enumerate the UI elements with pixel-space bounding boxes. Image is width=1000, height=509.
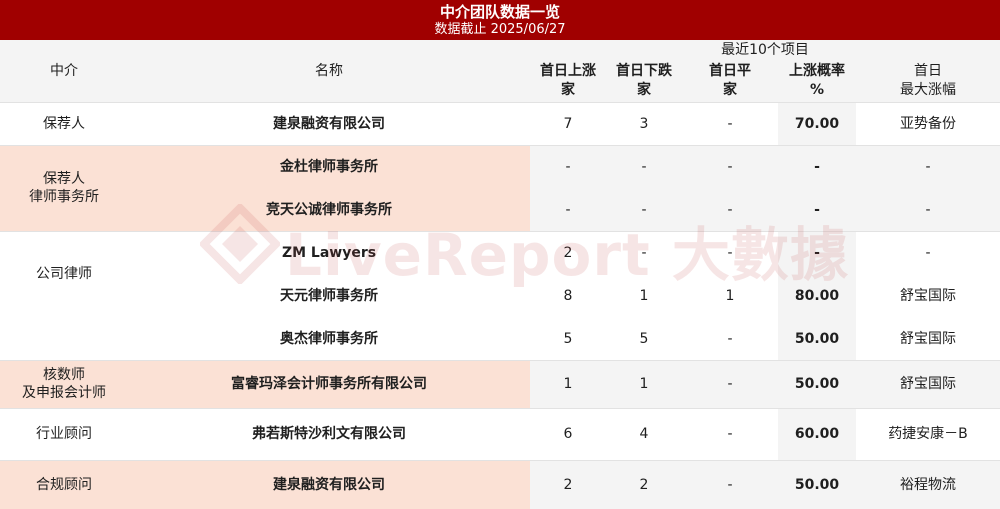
row-flat: -	[727, 201, 733, 218]
header-group-label: 最近10个项目	[721, 42, 809, 58]
row-flat: -	[727, 158, 733, 175]
row-max: -	[925, 244, 931, 261]
row-rate: -	[814, 201, 820, 218]
row-max: 舒宝国际	[900, 330, 956, 347]
row-down: -	[641, 244, 647, 261]
row-max: 舒宝国际	[900, 287, 956, 304]
row-flat: -	[727, 476, 733, 493]
group-label: 公司律师	[36, 266, 92, 282]
row-flat: -	[727, 244, 733, 261]
header-name-label: 名称	[315, 63, 343, 79]
row-down: -	[641, 201, 647, 218]
row-name: 天元律师事务所	[280, 287, 378, 304]
header-agent-label: 中介	[50, 63, 78, 79]
header-rate-label: 上涨概率 %	[789, 63, 845, 98]
header-agent: 中介	[0, 40, 128, 102]
row-up: 5	[563, 330, 573, 347]
row-rate: 60.00	[794, 426, 840, 442]
group-label: 保荐人	[43, 115, 85, 132]
header-first-day-up: 首日上涨 家	[530, 62, 606, 100]
row-flat: -	[727, 426, 733, 442]
row-rate: 50.00	[794, 330, 840, 347]
group-compliance-advisor: 合规顾问	[0, 460, 128, 509]
group-company-lawyer: 公司律师	[0, 231, 128, 317]
table-title-banner: 中介团队数据一览 数据截止 2025/06/27	[0, 0, 1000, 40]
row-max: -	[925, 201, 931, 218]
header-flat-label: 首日平 家	[709, 63, 751, 98]
row-down: 3	[639, 115, 649, 132]
table-title: 中介团队数据一览	[439, 3, 560, 21]
row-up: -	[565, 158, 571, 175]
group-sponsor: 保荐人	[0, 102, 128, 145]
row-name: 金杜律师事务所	[280, 158, 378, 175]
row-flat: -	[727, 115, 733, 132]
row-rate: -	[814, 244, 820, 261]
group-industry-consultant: 行业顾问	[0, 408, 128, 460]
row-name: 富睿玛泽会计师事务所有限公司	[231, 376, 427, 392]
row-down: 1	[639, 376, 649, 392]
header-up-label: 首日上涨 家	[540, 63, 596, 98]
row-down: 1	[639, 287, 649, 304]
row-flat: 1	[725, 287, 735, 304]
row-down: -	[641, 158, 647, 175]
row-up: 7	[563, 115, 573, 132]
group-label: 合规顾问	[36, 476, 92, 493]
row-rate: 80.00	[794, 287, 840, 304]
row-name: 竞天公诚律师事务所	[266, 201, 392, 218]
header-max-first-day-gain: 首日 最大涨幅	[856, 62, 1000, 100]
group-label: 保荐人 律师事务所	[29, 171, 99, 205]
row-rate: 50.00	[794, 376, 840, 392]
row-rate: 50.00	[794, 476, 840, 493]
row-up: 2	[563, 244, 573, 261]
row-name: 建泉融资有限公司	[273, 476, 385, 493]
row-name: 建泉融资有限公司	[273, 115, 385, 132]
row-max: 舒宝国际	[900, 376, 956, 392]
row-flat: -	[727, 376, 733, 392]
row-rate: 70.00	[794, 115, 840, 132]
row-up: 8	[563, 287, 573, 304]
row-rate: -	[814, 158, 820, 175]
header-name: 名称	[128, 40, 530, 102]
row-name: 弗若斯特沙利文有限公司	[252, 426, 406, 442]
row-max: 药捷安康－B	[888, 426, 968, 442]
row-name: ZM Lawyers	[281, 244, 377, 261]
row-up: 6	[563, 426, 573, 442]
row-max: -	[925, 158, 931, 175]
row-up: -	[565, 201, 571, 218]
group-auditor: 核数师 及申报会计师	[0, 360, 128, 408]
row-max: 裕程物流	[900, 476, 956, 493]
row-down: 2	[639, 476, 649, 493]
data-cutoff-date: 数据截止 2025/06/27	[434, 22, 566, 37]
row-up: 1	[563, 376, 573, 392]
row-down: 5	[639, 330, 649, 347]
row-max: 亚势备份	[900, 115, 956, 132]
header-down-label: 首日下跌 家	[616, 63, 672, 98]
row-down: 4	[639, 426, 649, 442]
header-rise-probability: 上涨概率 %	[778, 62, 856, 100]
header-first-day-flat: 首日平 家	[682, 62, 778, 100]
header-group-recent10: 最近10个项目	[530, 41, 1000, 59]
header-max-label: 首日 最大涨幅	[900, 63, 956, 98]
header-first-day-down: 首日下跌 家	[606, 62, 682, 100]
row-flat: -	[727, 330, 733, 347]
row-up: 2	[563, 476, 573, 493]
group-label: 行业顾问	[36, 426, 92, 442]
group-label: 核数师 及申报会计师	[22, 367, 106, 401]
group-sponsor-law-firm: 保荐人 律师事务所	[0, 145, 128, 231]
row-name: 奥杰律师事务所	[280, 330, 378, 347]
